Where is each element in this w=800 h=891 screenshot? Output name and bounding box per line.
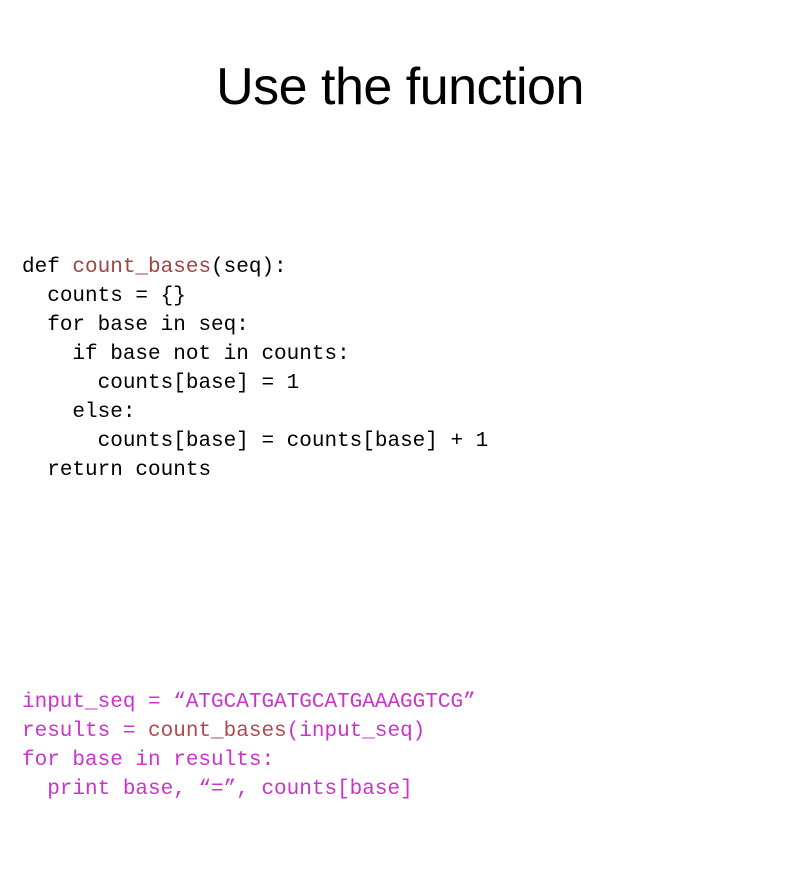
code-token: count_bases bbox=[148, 720, 287, 743]
code-line: results = count_bases(input_seq) bbox=[22, 717, 782, 746]
code-token: else: bbox=[72, 401, 136, 424]
function-definition-block: def count_bases(seq): counts = {} for ba… bbox=[22, 253, 782, 485]
page-title: Use the function bbox=[216, 58, 584, 116]
code-token: for base in seq: bbox=[47, 314, 249, 337]
code-token: (seq): bbox=[211, 256, 287, 279]
code-token: def bbox=[22, 256, 73, 279]
code-line: return counts bbox=[22, 456, 782, 485]
code-line: print base, “=”, counts[base] bbox=[22, 775, 782, 804]
code-body: def count_bases(seq): counts = {} for ba… bbox=[22, 166, 782, 891]
code-line: input_seq = “ATGCATGATGCATGAAAGGTCG” bbox=[22, 688, 782, 717]
code-token: counts[base] = 1 bbox=[97, 372, 300, 395]
code-line: counts[base] = counts[base] + 1 bbox=[22, 427, 782, 456]
function-usage-block: input_seq = “ATGCATGATGCATGAAAGGTCG” resu… bbox=[22, 688, 782, 804]
code-line: def count_bases(seq): bbox=[22, 253, 782, 282]
code-token: (input_seq) bbox=[286, 720, 426, 743]
code-token: return counts bbox=[47, 459, 212, 482]
code-line: for base in results: bbox=[22, 746, 782, 775]
code-token: count_bases bbox=[72, 256, 212, 279]
code-line: counts = {} bbox=[22, 282, 782, 311]
code-line: for base in seq: bbox=[22, 311, 782, 340]
code-token: print base, “=”, counts[base] bbox=[47, 778, 413, 801]
code-token: input_seq = “ATGCATGATGCATGAAAGGTCG” bbox=[22, 691, 476, 714]
code-line: else: bbox=[22, 398, 782, 427]
code-token: counts[base] = counts[base] + 1 bbox=[97, 430, 489, 453]
code-token: if base not in counts: bbox=[72, 343, 350, 366]
code-token: counts = {} bbox=[47, 285, 186, 308]
code-token: for base in results: bbox=[22, 749, 275, 772]
code-line: counts[base] = 1 bbox=[22, 369, 782, 398]
slide-canvas: Use the function def count_bases(seq): c… bbox=[0, 0, 800, 801]
code-line: if base not in counts: bbox=[22, 340, 782, 369]
code-token: results = bbox=[22, 720, 149, 743]
